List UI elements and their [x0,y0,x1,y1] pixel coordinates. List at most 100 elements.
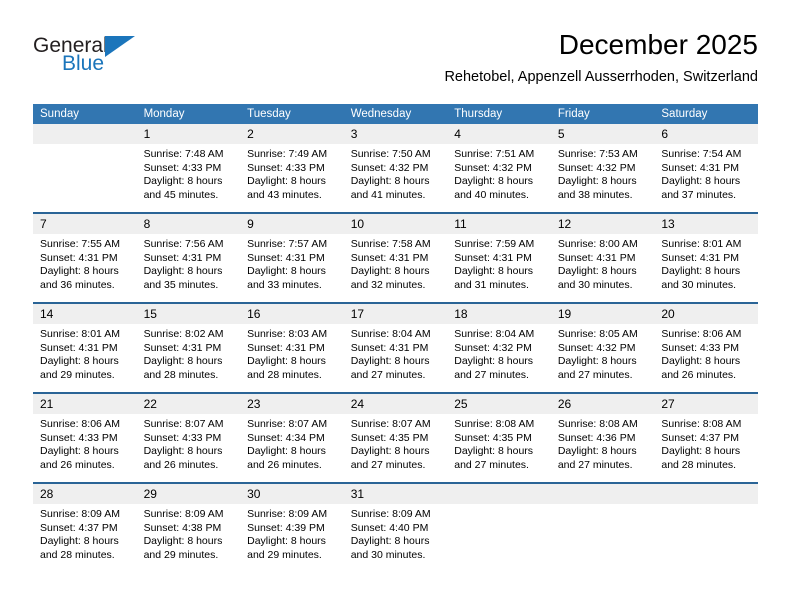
day-number: 23 [240,394,344,414]
calendar-day-cell[interactable]: 7 Sunrise: 7:55 AM Sunset: 4:31 PM Daylight… [33,212,137,303]
sunset-text: Sunset: 4:31 PM [350,341,429,354]
page-title: December 2025 [558,29,758,60]
sunset-text: Sunset: 4:31 PM [143,341,222,354]
sunset-text: Sunset: 4:35 PM [350,431,429,444]
sunrise-text: Sunrise: 8:07 AM [247,418,328,430]
calendar-day-cell[interactable]: 27 Sunrise: 8:08 AM Sunset: 4:37 PM Dayligh… [654,392,758,483]
calendar-day-cell[interactable]: 10 Sunrise: 7:58 AM Sunset: 4:31 PM Dayligh… [343,212,448,303]
calendar-day-cell[interactable]: 13 Sunrise: 8:01 AM Sunset: 4:31 PM Dayligh… [654,212,758,303]
daylight-text: Daylight: 8 hours and 27 minutes. [454,355,534,381]
calendar-day-cell[interactable]: 24 Sunrise: 8:07 AM Sunset: 4:35 PM Dayligh… [343,392,448,483]
calendar-day-cell[interactable]: 29 Sunrise: 8:09 AM Sunset: 4:38 PM Dayligh… [136,482,241,572]
calendar-day-cell-empty [33,124,137,213]
calendar-day-cell[interactable]: 26 Sunrise: 8:08 AM Sunset: 4:36 PM Dayligh… [550,392,655,483]
day-number: 8 [136,214,241,234]
triangle-flag-icon [105,36,135,57]
calendar-day-cell[interactable]: 6 Sunrise: 7:54 AM Sunset: 4:31 PM Daylight… [654,124,758,213]
calendar-day-cell[interactable]: 1 Sunrise: 7:48 AM Sunset: 4:33 PM Daylight… [136,124,241,213]
sunset-text: Sunset: 4:32 PM [557,341,636,354]
day-number: 10 [343,214,448,234]
day-details: Sunrise: 8:06 AM Sunset: 4:33 PM Daylight:… [654,324,758,382]
day-details: Sunrise: 8:06 AM Sunset: 4:33 PM Daylight:… [33,414,137,472]
day-number: 5 [550,124,655,144]
day-number: 16 [240,304,344,324]
day-number: 29 [136,484,241,504]
calendar-day-cell[interactable]: 16 Sunrise: 8:03 AM Sunset: 4:31 PM Dayligh… [240,302,344,393]
day-details: Sunrise: 8:09 AM Sunset: 4:37 PM Daylight:… [33,504,137,562]
day-details: Sunrise: 7:51 AM Sunset: 4:32 PM Daylight:… [447,144,551,202]
sunset-text: Sunset: 4:37 PM [40,521,118,534]
daylight-text: Daylight: 8 hours and 28 minutes. [247,355,326,381]
daylight-text: Daylight: 8 hours and 35 minutes. [143,265,223,291]
calendar-day-cell[interactable]: 4 Sunrise: 7:51 AM Sunset: 4:32 PM Daylight… [447,124,551,213]
sunrise-text: Sunrise: 8:04 AM [350,328,431,340]
daylight-text: Daylight: 8 hours and 26 minutes. [40,445,119,471]
sunset-text: Sunset: 4:37 PM [661,431,740,444]
sunrise-text: Sunrise: 8:05 AM [557,328,638,340]
day-number [447,484,551,504]
calendar-day-cell[interactable]: 11 Sunrise: 7:59 AM Sunset: 4:31 PM Dayligh… [447,212,551,303]
calendar-day-cell[interactable]: 5 Sunrise: 7:53 AM Sunset: 4:32 PM Daylight… [550,124,655,213]
calendar-day-cell[interactable]: 25 Sunrise: 8:08 AM Sunset: 4:35 PM Dayligh… [447,392,551,483]
calendar-day-cell[interactable]: 17 Sunrise: 8:04 AM Sunset: 4:31 PM Dayligh… [343,302,448,393]
calendar-day-cell[interactable]: 30 Sunrise: 8:09 AM Sunset: 4:39 PM Dayligh… [240,482,344,572]
day-number: 9 [240,214,344,234]
general-blue-logo: General Blue [33,34,233,86]
calendar-day-cell[interactable]: 23 Sunrise: 8:07 AM Sunset: 4:34 PM Dayligh… [240,392,344,483]
calendar-week-row: 21 Sunrise: 8:06 AM Sunset: 4:33 PM Dayligh… [33,392,758,483]
calendar-day-cell[interactable]: 15 Sunrise: 8:02 AM Sunset: 4:31 PM Dayligh… [136,302,241,393]
day-details: Sunrise: 7:57 AM Sunset: 4:31 PM Daylight:… [240,234,344,292]
day-number: 18 [447,304,551,324]
calendar-day-cell[interactable]: 19 Sunrise: 8:05 AM Sunset: 4:32 PM Dayligh… [550,302,655,393]
calendar-day-cell[interactable]: 20 Sunrise: 8:06 AM Sunset: 4:33 PM Dayligh… [654,302,758,393]
calendar-day-cell[interactable]: 31 Sunrise: 8:09 AM Sunset: 4:40 PM Dayligh… [343,482,448,572]
sunset-text: Sunset: 4:31 PM [143,251,222,264]
day-number: 13 [654,214,758,234]
page-header: General Blue December 2025 Rehetobel, Ap… [33,28,758,98]
day-details: Sunrise: 8:05 AM Sunset: 4:32 PM Daylight:… [551,324,655,382]
calendar-day-cell[interactable]: 9 Sunrise: 7:57 AM Sunset: 4:31 PM Daylight… [240,212,344,303]
sunrise-text: Sunrise: 8:03 AM [247,328,328,340]
day-details: Sunrise: 8:07 AM Sunset: 4:35 PM Daylight:… [344,414,448,472]
daylight-text: Daylight: 8 hours and 29 minutes. [247,535,326,561]
sunrise-text: Sunrise: 8:04 AM [454,328,535,340]
sunrise-text: Sunrise: 8:06 AM [40,418,120,430]
day-details: Sunrise: 7:58 AM Sunset: 4:31 PM Daylight:… [344,234,448,292]
calendar-day-cell[interactable]: 8 Sunrise: 7:56 AM Sunset: 4:31 PM Daylight… [136,212,241,303]
sunset-text: Sunset: 4:34 PM [247,431,325,444]
day-details: Sunrise: 7:56 AM Sunset: 4:31 PM Daylight:… [137,234,241,292]
sunset-text: Sunset: 4:32 PM [454,161,532,174]
sunset-text: Sunset: 4:33 PM [143,161,222,174]
sunrise-text: Sunrise: 7:53 AM [557,148,638,160]
sunrise-text: Sunrise: 8:08 AM [557,418,638,430]
sunrise-text: Sunrise: 7:50 AM [350,148,431,160]
weekday-header-monday: Monday [136,104,241,124]
sunrise-text: Sunrise: 8:01 AM [661,238,742,250]
calendar-day-cell[interactable]: 3 Sunrise: 7:50 AM Sunset: 4:32 PM Daylight… [343,124,448,213]
day-number: 6 [654,124,758,144]
day-details: Sunrise: 7:53 AM Sunset: 4:32 PM Daylight:… [551,144,655,202]
calendar-day-cell[interactable]: 18 Sunrise: 8:04 AM Sunset: 4:32 PM Dayligh… [447,302,551,393]
sunset-text: Sunset: 4:31 PM [40,251,118,264]
day-details: Sunrise: 8:08 AM Sunset: 4:35 PM Daylight:… [447,414,551,472]
calendar-day-cell[interactable]: 2 Sunrise: 7:49 AM Sunset: 4:33 PM Daylight… [240,124,344,213]
sunrise-text: Sunrise: 7:54 AM [661,148,742,160]
day-number: 20 [654,304,758,324]
calendar-day-cell[interactable]: 28 Sunrise: 8:09 AM Sunset: 4:37 PM Dayligh… [33,482,137,572]
sunrise-text: Sunrise: 8:00 AM [557,238,638,250]
calendar-day-cell[interactable]: 22 Sunrise: 8:07 AM Sunset: 4:33 PM Dayligh… [136,392,241,483]
calendar-day-cell[interactable]: 21 Sunrise: 8:06 AM Sunset: 4:33 PM Dayligh… [33,392,137,483]
calendar-day-cell[interactable]: 14 Sunrise: 8:01 AM Sunset: 4:31 PM Dayligh… [33,302,137,393]
calendar-day-cell[interactable]: 12 Sunrise: 8:00 AM Sunset: 4:31 PM Dayligh… [550,212,655,303]
sunset-text: Sunset: 4:33 PM [143,431,222,444]
weekday-header-saturday: Saturday [654,104,758,124]
daylight-text: Daylight: 8 hours and 36 minutes. [40,265,119,291]
daylight-text: Daylight: 8 hours and 26 minutes. [247,445,326,471]
calendar-week-row: 14 Sunrise: 8:01 AM Sunset: 4:31 PM Dayligh… [33,302,758,393]
day-details: Sunrise: 8:01 AM Sunset: 4:31 PM Daylight:… [33,324,137,382]
day-details: Sunrise: 8:04 AM Sunset: 4:32 PM Daylight:… [447,324,551,382]
sunrise-text: Sunrise: 8:09 AM [350,508,431,520]
sunrise-text: Sunrise: 8:09 AM [143,508,224,520]
day-number: 19 [550,304,655,324]
sunset-text: Sunset: 4:33 PM [661,341,740,354]
